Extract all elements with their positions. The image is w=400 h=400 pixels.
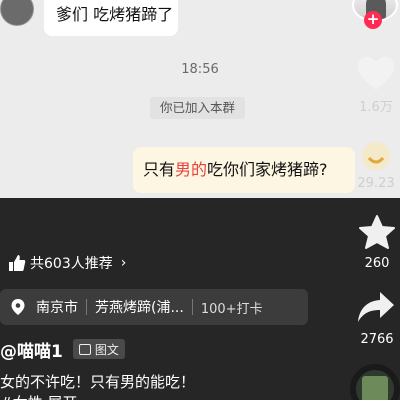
recommend-text: 共603人推荐 [30, 256, 113, 272]
recommend-row[interactable]: 共603人推荐 › [8, 252, 126, 274]
follow-plus-icon[interactable]: + [364, 11, 382, 29]
chat-bubble-question: 只有男的吃你们家烤猪蹄? [133, 147, 355, 193]
location-city: 南京市 [36, 300, 78, 316]
thumbs-up-icon [9, 255, 26, 271]
author-name[interactable]: @喵喵1 [0, 337, 63, 362]
collect-count: 260 [364, 256, 390, 271]
chat-timestamp: 18:56 [181, 62, 219, 77]
music-disc[interactable] [350, 364, 400, 400]
chat-bubble-top: 爹们 吃烤猪蹄了 [44, 0, 178, 36]
gift-icon[interactable] [360, 140, 392, 172]
post-caption: 女的不许吃！只有男的能吃！ [0, 373, 196, 391]
hashtag-line[interactable]: #女性 展开 [0, 392, 77, 400]
share-icon[interactable] [356, 290, 396, 324]
location-pin-icon [11, 299, 25, 315]
image-text-icon [78, 343, 91, 355]
location-shop: 芳燕烤蹄(浦... [95, 300, 184, 316]
chat-screenshot: 爹们 吃烤猪蹄了 18:56 你已加入本群 只有男的吃你们家烤猪蹄? [0, 0, 400, 198]
author-row: @喵喵1 图文 [0, 337, 125, 362]
heart-icon[interactable] [356, 56, 396, 92]
like-count: 1.6万 [359, 100, 393, 115]
post-type-label: 图文 [94, 342, 119, 357]
location-divider [191, 299, 193, 315]
share-count: 2766 [360, 332, 394, 347]
gift-count: 29.23 [357, 176, 395, 191]
location-checkins: 100+打卡 [200, 301, 263, 317]
sender-avatar [0, 0, 34, 26]
location-bar[interactable]: 南京市 芳燕烤蹄(浦... 100+打卡 [0, 289, 308, 325]
star-icon[interactable] [358, 214, 396, 252]
location-divider [86, 299, 87, 315]
joined-notice: 你已加入本群 [150, 97, 246, 119]
post-type-tag: 图文 [72, 339, 125, 359]
chevron-right-icon: › [120, 255, 127, 271]
